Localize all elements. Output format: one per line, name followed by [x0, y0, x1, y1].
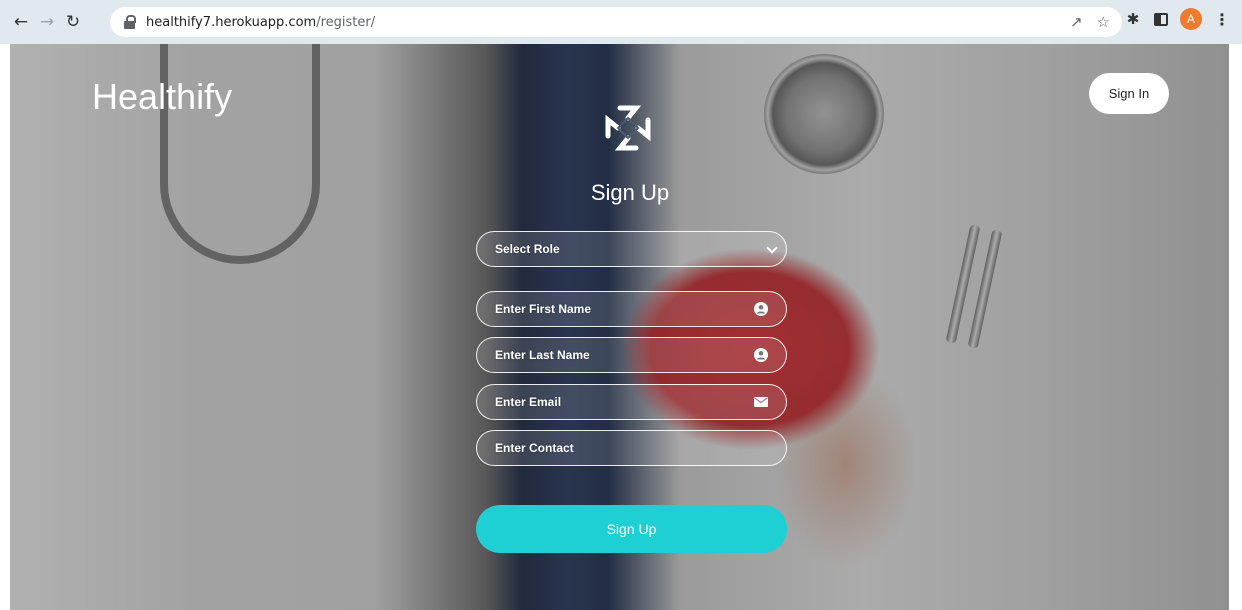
share-icon[interactable]: ↗: [1070, 13, 1083, 31]
url-host: healthify7.herokuapp.com: [146, 14, 317, 30]
background-pen: [945, 224, 981, 344]
url-path: /register/: [316, 14, 376, 30]
contact-input[interactable]: Enter Contact: [476, 430, 787, 466]
first-name-placeholder: Enter First Name: [495, 302, 592, 316]
email-input[interactable]: Enter Email: [476, 384, 787, 420]
background-pen: [967, 229, 1003, 349]
background-stethoscope-head: [764, 54, 884, 174]
signin-button[interactable]: Sign In: [1089, 73, 1169, 114]
signup-button[interactable]: Sign Up: [476, 505, 787, 553]
envelope-icon: [754, 397, 768, 407]
last-name-placeholder: Enter Last Name: [495, 348, 590, 362]
address-bar[interactable]: healthify7.herokuapp.com/register/ ↗ ☆: [110, 7, 1122, 37]
role-select-value: Select Role: [495, 242, 560, 256]
contact-placeholder: Enter Contact: [495, 441, 574, 455]
chevron-down-icon[interactable]: [766, 242, 778, 254]
extensions-puzzle-icon[interactable]: ✱: [1124, 10, 1142, 28]
last-name-input[interactable]: Enter Last Name: [476, 337, 787, 373]
register-page: Healthify Sign In Sign Up Select Role En…: [10, 44, 1229, 610]
profile-avatar[interactable]: A: [1180, 8, 1202, 30]
signup-title: Sign Up: [590, 180, 670, 205]
healthify-logo-icon: [605, 105, 651, 151]
user-circle-icon: [754, 348, 768, 362]
email-placeholder: Enter Email: [495, 395, 562, 409]
user-circle-icon: [754, 302, 768, 316]
reload-icon[interactable]: ↻: [60, 9, 86, 35]
menu-kebab-icon[interactable]: ⋮: [1214, 10, 1230, 29]
bookmark-star-icon[interactable]: ☆: [1097, 13, 1110, 31]
side-panel-icon[interactable]: [1154, 12, 1168, 26]
role-select[interactable]: Select Role: [476, 231, 787, 267]
browser-toolbar: ← → ↻ healthify7.herokuapp.com/register/…: [0, 0, 1242, 44]
first-name-input[interactable]: Enter First Name: [476, 291, 787, 327]
forward-icon[interactable]: →: [34, 9, 60, 35]
back-icon[interactable]: ←: [8, 9, 34, 35]
brand-logo-text[interactable]: Healthify: [92, 76, 232, 118]
lock-icon[interactable]: [124, 15, 136, 29]
